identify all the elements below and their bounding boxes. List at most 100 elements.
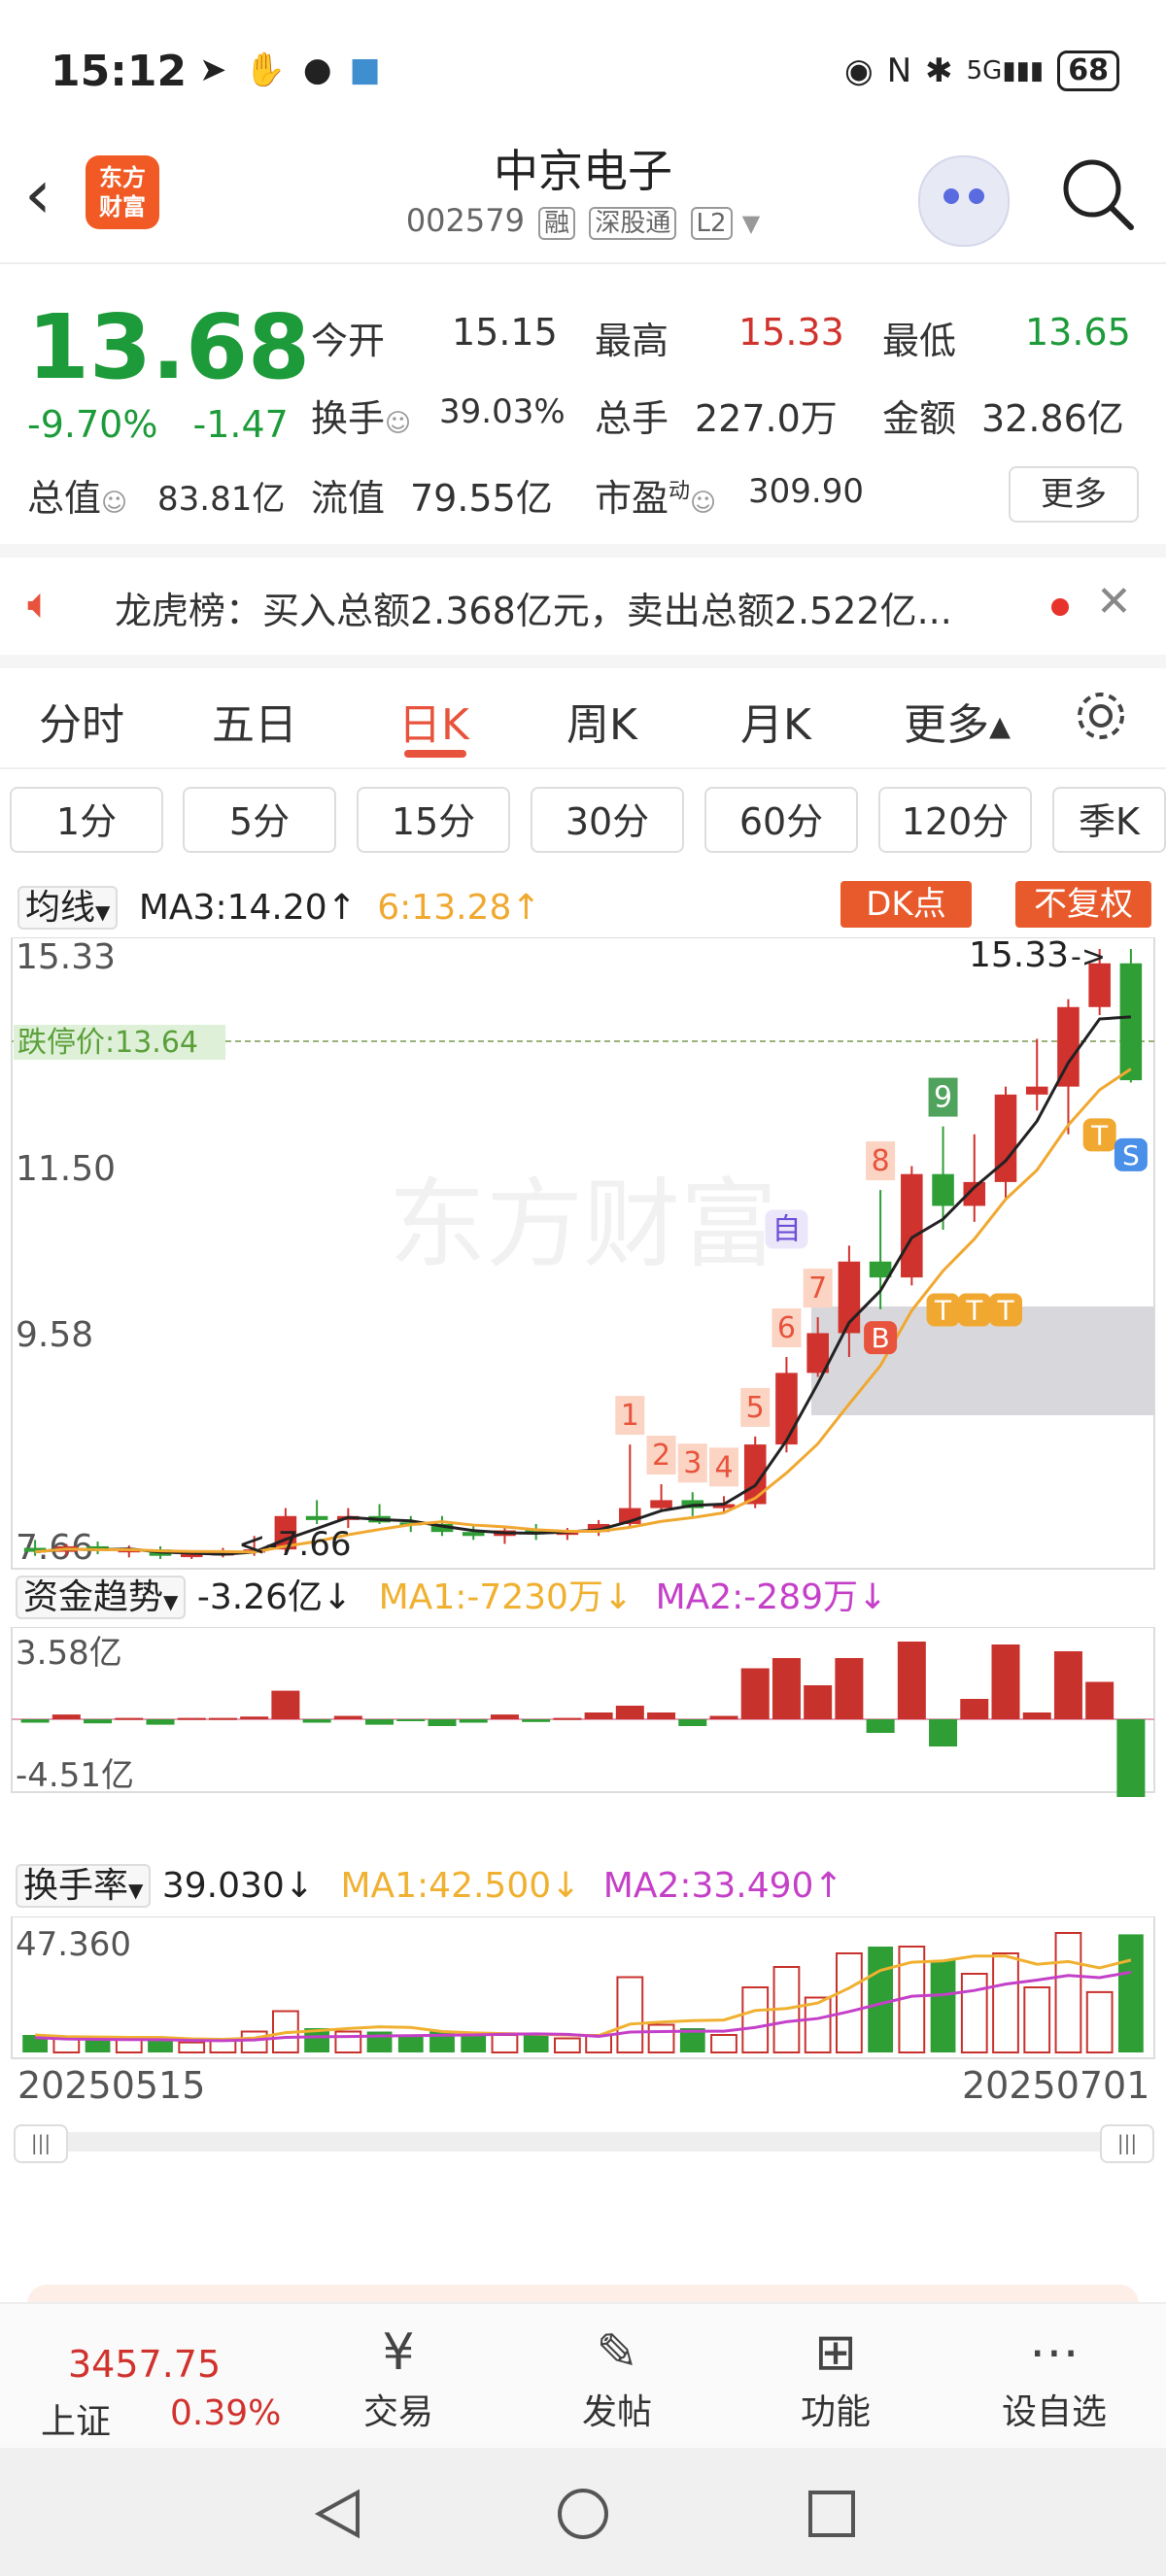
sell-mark: S: [1122, 1139, 1140, 1171]
eye-icon: ◉: [844, 51, 874, 90]
chat-icon: ●: [302, 51, 332, 89]
turnover-bar: [461, 2035, 487, 2052]
period-60m[interactable]: 60分: [704, 787, 858, 853]
fund-trend-chart[interactable]: 3.58亿 -4.51亿: [0, 1627, 1166, 1798]
notice-bar[interactable]: 🔈︎ 龙虎榜：买入总额2.368亿元，卖出总额2.522亿... ✕: [0, 558, 1166, 668]
range-handle-right[interactable]: |||: [1100, 2124, 1154, 2163]
back-nav-icon[interactable]: [311, 2487, 365, 2541]
close-icon[interactable]: ✕: [1096, 577, 1132, 627]
fund-bottom: -4.51亿: [16, 1756, 134, 1795]
candle: [1025, 1086, 1048, 1095]
turnover-chart[interactable]: 47.360: [0, 1916, 1166, 2062]
home-nav-icon[interactable]: [556, 2487, 610, 2541]
gear-icon[interactable]: [1073, 688, 1129, 744]
sequence-mark: 2: [652, 1439, 670, 1473]
hand-icon: ✋: [244, 51, 286, 89]
turnover-bar: [1023, 1986, 1051, 2053]
tab-monthly-k[interactable]: 月K: [740, 690, 811, 752]
range-handle-left[interactable]: |||: [14, 2124, 68, 2163]
tab-intraday[interactable]: 分时: [39, 690, 124, 752]
turnover-bar: [1085, 1990, 1114, 2053]
take-mark: T: [934, 1295, 952, 1327]
turnover-ma2: MA2:33.490↑: [602, 1866, 843, 1906]
fund-bar: [333, 1715, 362, 1719]
nav-trade[interactable]: ¥ 交易: [330, 2322, 466, 2434]
tab-weekly-k[interactable]: 周K: [566, 690, 637, 752]
low-value: 13.65: [1025, 311, 1131, 354]
fund-bar: [302, 1719, 331, 1723]
period-15m[interactable]: 15分: [357, 787, 510, 853]
tab-daily-k[interactable]: 日K: [398, 690, 469, 752]
period-30m[interactable]: 30分: [531, 787, 684, 853]
no-adjust-button[interactable]: 不复权: [1015, 881, 1151, 928]
tab-five-day[interactable]: 五日: [212, 690, 297, 752]
fund-bar: [866, 1719, 895, 1733]
nav-add-watch[interactable]: ⋯ 设自选: [986, 2322, 1122, 2434]
pe-value: 309.90: [748, 472, 864, 511]
fund-bar: [396, 1719, 426, 1721]
high-marker-arrow: ->: [1071, 940, 1106, 974]
period-quarter[interactable]: 季K: [1052, 787, 1166, 853]
search-icon[interactable]: [1059, 155, 1135, 231]
period-5m[interactable]: 5分: [183, 787, 336, 853]
stock-code: 002579: [405, 202, 525, 239]
fund-bar: [615, 1706, 644, 1719]
recents-nav-icon[interactable]: [805, 2487, 859, 2541]
turnover-bar: [523, 2035, 549, 2052]
fund-bar: [1085, 1681, 1115, 1719]
index-name: 上证: [41, 2402, 112, 2442]
volume-value: 227.0万: [695, 397, 838, 440]
sequence-mark: 5: [746, 1391, 765, 1425]
nav-function[interactable]: ⊞ 功能: [768, 2322, 904, 2434]
period-1m[interactable]: 1分: [10, 787, 163, 853]
current-price: 13.68: [27, 295, 311, 399]
status-left-icons: ➤ ✋ ● ■: [199, 51, 381, 89]
turnover-bar: [554, 2037, 581, 2053]
turnover-bar: [741, 1986, 770, 2053]
candle: [932, 1173, 954, 1206]
amount-value: 32.86亿: [981, 397, 1124, 440]
grid-icon: ⊞: [814, 2323, 857, 2382]
tick-bottom: 7.66: [16, 1528, 93, 1568]
kline-chart[interactable]: 东方财富 跌停价:13.64 15.33 11.50 9.58 7.66 15.…: [0, 937, 1166, 1578]
mktcap-label: 总值☺: [27, 477, 128, 520]
candle: [901, 1173, 923, 1278]
price-change: -9.70% -1.47: [27, 403, 289, 446]
change-pct: -9.70%: [27, 403, 158, 446]
turnover-bar: [868, 1947, 893, 2052]
turnover-bar: [334, 2030, 362, 2053]
ma6-value: 6:13.28↑: [377, 888, 541, 928]
fund-bar: [428, 1719, 457, 1726]
turnover-indicator-select[interactable]: 换手率▼: [16, 1864, 152, 1908]
fund-indicator-select[interactable]: 资金趋势▼: [16, 1576, 187, 1619]
more-quote-button[interactable]: 更多: [1009, 466, 1139, 523]
sequence-mark: 3: [683, 1446, 702, 1480]
turnover-label: 换手☺: [311, 397, 412, 440]
tick-top: 15.33: [16, 937, 116, 977]
send-icon: ➤: [199, 51, 227, 89]
tab-more[interactable]: 更多▴: [904, 690, 1011, 752]
nav-post[interactable]: ✎ 发帖: [549, 2322, 685, 2434]
fund-bar: [84, 1719, 113, 1724]
turnover-bar: [616, 1976, 644, 2053]
assistant-robot-icon[interactable]: [918, 155, 1010, 247]
range-scrollbar[interactable]: [17, 2132, 1145, 2152]
high-marker: 15.33: [969, 937, 1069, 975]
nfc-icon: N: [886, 51, 912, 90]
fund-bar: [490, 1714, 519, 1719]
fund-bar: [960, 1699, 989, 1719]
candle: [305, 1515, 328, 1520]
more-dots-icon: ⋯: [1029, 2323, 1080, 2382]
index-value[interactable]: 3457.75: [68, 2343, 221, 2386]
ma3-value: MA3:14.20↑: [138, 888, 357, 928]
period-120m[interactable]: 120分: [878, 787, 1032, 853]
fund-legend: 资金趋势▼ -3.26亿↓ MA1:-7230万↓ MA2:-289万↓: [16, 1569, 887, 1619]
open-value: 15.15: [452, 311, 558, 354]
indicator-select[interactable]: 均线▼: [17, 886, 119, 930]
dk-point-button[interactable]: DK点: [840, 881, 972, 928]
fund-bar: [678, 1719, 707, 1726]
fund-value: -3.26亿↓: [196, 1577, 353, 1617]
turnover-bar: [240, 2030, 268, 2053]
turnover-bar: [992, 1952, 1019, 2053]
chart-area: 均线▼ MA3:14.20↑ 6:13.28↑ DK点 不复权 东方财富 跌停价…: [0, 869, 1166, 2171]
